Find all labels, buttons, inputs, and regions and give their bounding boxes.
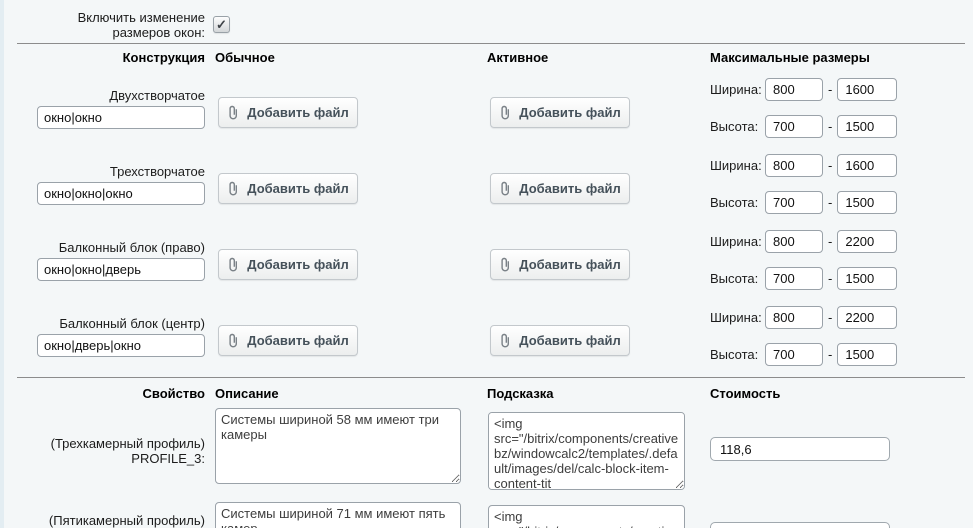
- height-range-row: Высота: -: [710, 267, 897, 290]
- width-label: Ширина:: [710, 234, 761, 249]
- range-dash: -: [828, 310, 832, 325]
- add-file-button-active[interactable]: Добавить файл: [490, 97, 630, 128]
- add-file-button-active[interactable]: Добавить файл: [490, 325, 630, 356]
- width-min-input[interactable]: [765, 230, 823, 253]
- property-row-label: (Трехкамерный профиль) PROFILE_3:: [0, 436, 205, 466]
- construction-scheme-input[interactable]: [37, 182, 205, 205]
- header-normal: Обычное: [215, 50, 275, 65]
- property-description-textarea[interactable]: Системы шириной 58 мм имеют три камеры: [215, 408, 461, 484]
- paperclip-icon: [227, 105, 239, 120]
- width-range-row: Ширина: -: [710, 154, 897, 177]
- height-label: Высота:: [710, 271, 761, 286]
- range-dash: -: [828, 271, 832, 286]
- header-cost: Стоимость: [710, 386, 780, 401]
- construction-scheme-input[interactable]: [37, 258, 205, 281]
- separator-middle: [17, 377, 965, 378]
- header-description: Описание: [215, 386, 279, 401]
- paperclip-icon: [499, 181, 511, 196]
- height-label: Высота:: [710, 195, 761, 210]
- range-dash: -: [828, 158, 832, 173]
- property-cost-input[interactable]: [710, 522, 890, 528]
- property-hint-textarea[interactable]: <img src="/bitrix/components/creativebz/…: [488, 412, 685, 490]
- height-min-input[interactable]: [765, 115, 823, 138]
- add-file-button-normal[interactable]: Добавить файл: [218, 249, 358, 280]
- height-range-row: Высота: -: [710, 343, 897, 366]
- header-property: Свойство: [0, 386, 205, 401]
- height-min-input[interactable]: [765, 191, 823, 214]
- add-file-button-normal[interactable]: Добавить файл: [218, 97, 358, 128]
- property-row-label: (Пятикамерный профиль): [0, 513, 205, 528]
- add-file-button-label: Добавить файл: [247, 333, 348, 348]
- width-range-row: Ширина: -: [710, 306, 897, 329]
- paperclip-icon: [499, 257, 511, 272]
- height-min-input[interactable]: [765, 343, 823, 366]
- width-min-input[interactable]: [765, 154, 823, 177]
- add-file-button-label: Добавить файл: [519, 257, 620, 272]
- height-max-input[interactable]: [837, 191, 897, 214]
- width-min-input[interactable]: [765, 78, 823, 101]
- header-hint: Подсказка: [487, 386, 554, 401]
- construction-row-label: Двухстворчатое: [0, 88, 205, 103]
- add-file-button-label: Добавить файл: [519, 333, 620, 348]
- construction-scheme-input[interactable]: [37, 334, 205, 357]
- width-label: Ширина:: [710, 82, 761, 97]
- add-file-button-label: Добавить файл: [247, 257, 348, 272]
- height-label: Высота:: [710, 119, 761, 134]
- height-range-row: Высота: -: [710, 191, 897, 214]
- width-range-row: Ширина: -: [710, 230, 897, 253]
- property-code: PROFILE_3:: [0, 451, 205, 466]
- height-max-input[interactable]: [837, 267, 897, 290]
- enable-resize-checkbox[interactable]: ✓: [213, 16, 230, 33]
- header-active: Активное: [487, 50, 548, 65]
- paperclip-icon: [227, 181, 239, 196]
- construction-row-label: Трехстворчатое: [0, 164, 205, 179]
- width-max-input[interactable]: [837, 78, 897, 101]
- paperclip-icon: [499, 333, 511, 348]
- property-name: (Пятикамерный профиль): [0, 513, 205, 528]
- construction-row-label: Балконный блок (право): [0, 240, 205, 255]
- add-file-button-label: Добавить файл: [247, 105, 348, 120]
- range-dash: -: [828, 82, 832, 97]
- add-file-button-label: Добавить файл: [247, 181, 348, 196]
- width-max-input[interactable]: [837, 154, 897, 177]
- add-file-button-label: Добавить файл: [519, 105, 620, 120]
- width-max-input[interactable]: [837, 230, 897, 253]
- range-dash: -: [828, 347, 832, 362]
- range-dash: -: [828, 234, 832, 249]
- add-file-button-normal[interactable]: Добавить файл: [218, 325, 358, 356]
- property-cost-input[interactable]: [710, 437, 890, 461]
- property-description-textarea[interactable]: Системы шириной 71 мм имеют пять камер: [215, 502, 461, 528]
- paperclip-icon: [227, 333, 239, 348]
- height-label: Высота:: [710, 347, 761, 362]
- construction-scheme-input[interactable]: [37, 106, 205, 129]
- paperclip-icon: [499, 105, 511, 120]
- range-dash: -: [828, 119, 832, 134]
- width-min-input[interactable]: [765, 306, 823, 329]
- separator-top: [17, 43, 965, 44]
- header-max-sizes: Максимальные размеры: [710, 50, 870, 65]
- enable-resize-label: Включить изменение размеров окон:: [55, 10, 205, 40]
- height-max-input[interactable]: [837, 115, 897, 138]
- height-max-input[interactable]: [837, 343, 897, 366]
- property-name: (Трехкамерный профиль): [0, 436, 205, 451]
- range-dash: -: [828, 195, 832, 210]
- width-max-input[interactable]: [837, 306, 897, 329]
- add-file-button-active[interactable]: Добавить файл: [490, 173, 630, 204]
- height-min-input[interactable]: [765, 267, 823, 290]
- header-construction: Конструкция: [0, 50, 205, 65]
- add-file-button-active[interactable]: Добавить файл: [490, 249, 630, 280]
- width-label: Ширина:: [710, 158, 761, 173]
- width-label: Ширина:: [710, 310, 761, 325]
- property-hint-textarea[interactable]: <img src="/bitrix/components/creativebz/…: [488, 505, 685, 528]
- add-file-button-label: Добавить файл: [519, 181, 620, 196]
- check-icon: ✓: [216, 17, 227, 33]
- add-file-button-normal[interactable]: Добавить файл: [218, 173, 358, 204]
- paperclip-icon: [227, 257, 239, 272]
- construction-row-label: Балконный блок (центр): [0, 316, 205, 331]
- height-range-row: Высота: -: [710, 115, 897, 138]
- window-calc-settings-page: Включить изменение размеров окон: ✓ Конс…: [0, 0, 973, 528]
- width-range-row: Ширина: -: [710, 78, 897, 101]
